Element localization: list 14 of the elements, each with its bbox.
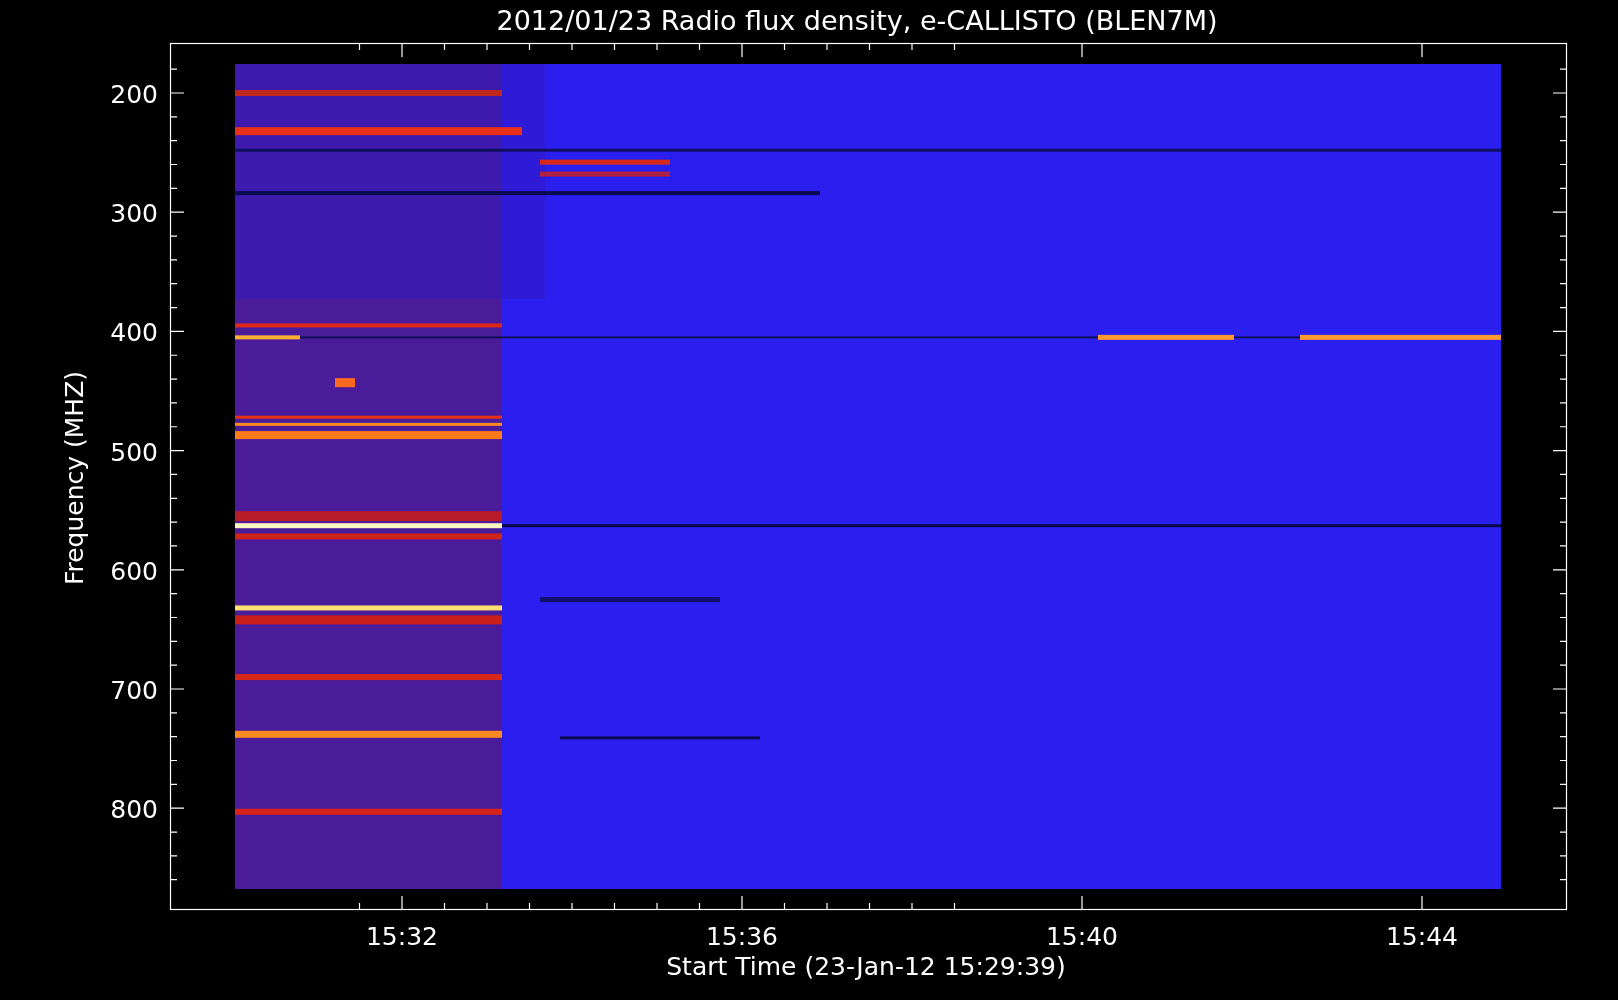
tick-label: 300 — [110, 199, 158, 229]
tick-label: 600 — [110, 556, 158, 586]
tick-label: 200 — [110, 80, 158, 109]
tick-label: 15:44 — [1386, 922, 1458, 951]
axis-title: Start Time (23-Jan-12 15:29:39) — [666, 952, 1066, 981]
tick-label: 15:40 — [1046, 922, 1118, 951]
tick-label: 800 — [110, 795, 158, 825]
tick-label: 15:32 — [366, 922, 438, 951]
tick-label: 400 — [110, 318, 158, 348]
chart-title: 2012/01/23 Radio flux density, e-CALLISTO (BLEN7M) — [496, 5, 1218, 36]
tick-label: 500 — [110, 437, 158, 467]
tick-label: 700 — [110, 676, 158, 705]
tick-label: 15:36 — [706, 922, 778, 951]
axis-title: Frequency (MHZ) — [60, 370, 89, 586]
